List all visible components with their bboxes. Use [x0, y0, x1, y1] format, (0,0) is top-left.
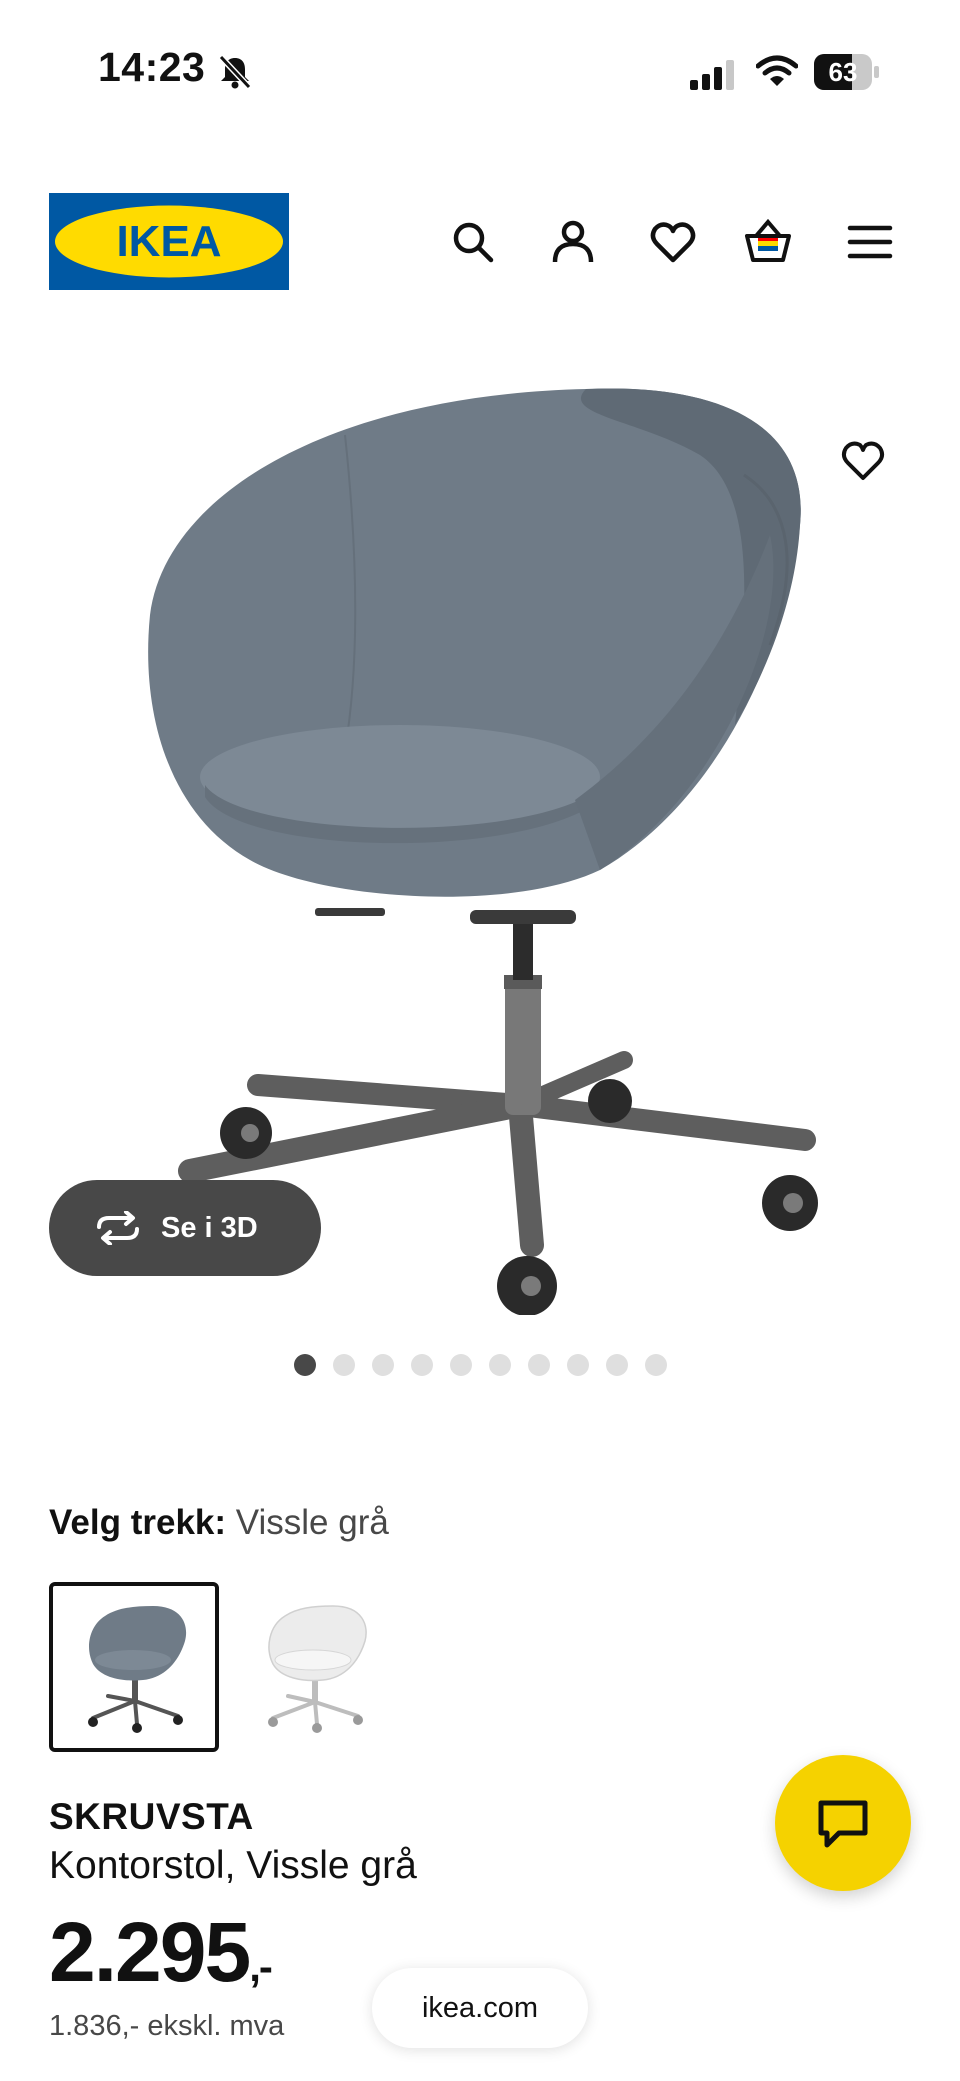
- pagination-dot[interactable]: [411, 1354, 433, 1376]
- pagination-dot[interactable]: [645, 1354, 667, 1376]
- account-icon[interactable]: [549, 218, 597, 266]
- pagination-dot[interactable]: [294, 1354, 316, 1376]
- view-in-3d-button[interactable]: Se i 3D: [49, 1180, 321, 1276]
- logo-text: IKEA: [116, 217, 221, 266]
- price-ex-vat: 1.836,- ekskl. mva: [49, 2010, 285, 2042]
- variant-selector-title: Velg trekk: Vissle grå: [49, 1503, 389, 1543]
- view-in-3d-label: Se i 3D: [161, 1211, 258, 1244]
- product-description: Kontorstol, Vissle grå: [49, 1844, 417, 1887]
- pagination-dot[interactable]: [567, 1354, 589, 1376]
- menu-icon[interactable]: [846, 218, 894, 266]
- product-name: SKRUVSTA: [49, 1796, 254, 1837]
- search-icon[interactable]: [449, 218, 497, 266]
- product-image[interactable]: [0, 325, 960, 1315]
- chat-icon: [818, 1800, 868, 1848]
- chat-button[interactable]: [775, 1755, 911, 1891]
- rotate-3d-icon: [97, 1211, 139, 1245]
- variant-swatch-white[interactable]: [223, 1582, 393, 1752]
- variant-swatch-grey[interactable]: [49, 1582, 219, 1752]
- signal-icon: [690, 60, 734, 90]
- pagination-dot[interactable]: [489, 1354, 511, 1376]
- image-pagination[interactable]: [294, 1354, 667, 1376]
- variant-value: Vissle grå: [235, 1503, 389, 1542]
- pagination-dot[interactable]: [333, 1354, 355, 1376]
- favorite-heart-icon[interactable]: [840, 438, 886, 484]
- pagination-dot[interactable]: [528, 1354, 550, 1376]
- price-suffix: ,-: [249, 1943, 273, 1990]
- battery-level: 63: [828, 57, 858, 87]
- variant-label: Velg trekk:: [49, 1503, 227, 1542]
- pagination-dot[interactable]: [372, 1354, 394, 1376]
- browser-url-bar[interactable]: ikea.com: [372, 1968, 588, 2048]
- product-price: 2.295,-: [49, 1904, 273, 2001]
- status-time: 14:23: [98, 44, 206, 90]
- price-value: 2.295: [49, 1905, 251, 1999]
- pagination-dot[interactable]: [450, 1354, 472, 1376]
- battery-icon: 63: [814, 54, 880, 90]
- bell-slash-icon: [218, 54, 252, 90]
- ikea-logo[interactable]: IKEA: [49, 193, 289, 290]
- wifi-icon: [756, 55, 798, 86]
- favorites-icon[interactable]: [649, 218, 697, 266]
- cart-icon[interactable]: [744, 218, 792, 266]
- pagination-dot[interactable]: [606, 1354, 628, 1376]
